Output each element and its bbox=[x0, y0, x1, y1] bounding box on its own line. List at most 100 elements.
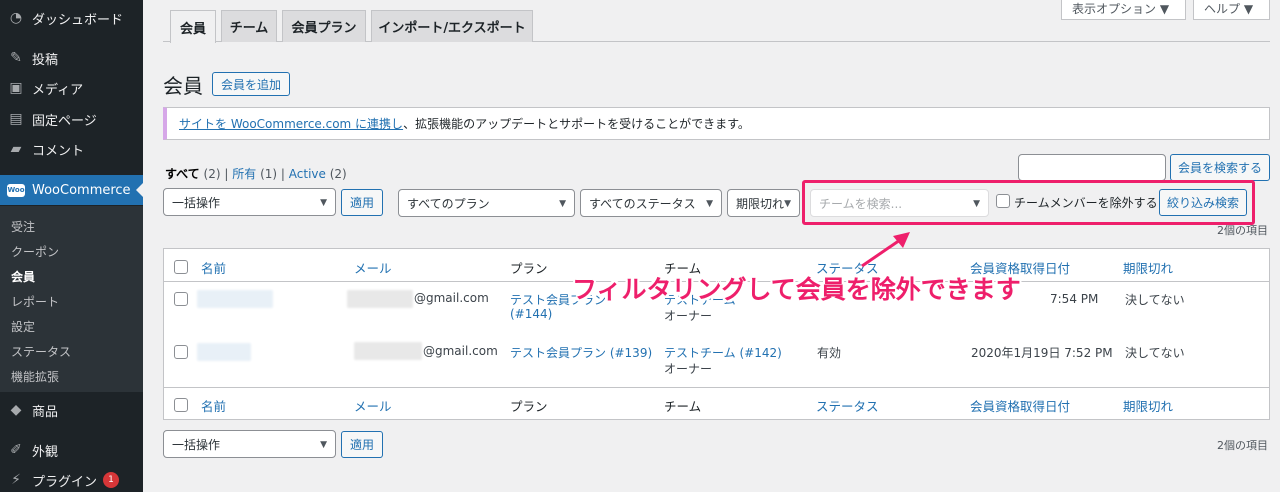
expiry-filter-select[interactable]: 期限切れ ▼ bbox=[727, 189, 800, 217]
menu-posts[interactable]: ✎ 投稿 bbox=[0, 43, 143, 73]
apply-button-bottom[interactable]: 適用 bbox=[341, 431, 383, 458]
woocommerce-submenu: 受注 クーポン 会員 レポート 設定 ステータス 機能拡張 bbox=[0, 206, 143, 392]
woocommerce-logo: Woo bbox=[7, 183, 25, 197]
search-members-button[interactable]: 会員を検索する bbox=[1170, 154, 1270, 181]
row-team-role: オーナー bbox=[664, 309, 713, 323]
submenu-extensions[interactable]: 機能拡張 bbox=[11, 368, 59, 385]
row-member-since: 7:54 PM bbox=[1050, 292, 1099, 306]
view-separator: | bbox=[280, 167, 285, 181]
menu-label: メディア bbox=[32, 82, 84, 98]
items-count-bottom: 2個の項目 bbox=[1217, 439, 1268, 452]
select-all-checkbox-footer[interactable] bbox=[174, 398, 188, 412]
menu-plugins[interactable]: ⚡ プラグイン 1 bbox=[0, 465, 143, 492]
row-email: @gmail.com bbox=[423, 344, 498, 358]
submenu-status[interactable]: ステータス bbox=[11, 343, 71, 360]
menu-pages[interactable]: ▤ 固定ページ bbox=[0, 104, 143, 134]
submenu-coupons[interactable]: クーポン bbox=[11, 243, 59, 260]
view-owned[interactable]: 所有 bbox=[232, 167, 256, 181]
tab-membership-plans[interactable]: 会員プラン bbox=[282, 10, 366, 42]
annotation-text: フィルタリングして会員を除外できます bbox=[572, 275, 1021, 304]
column-member-since-footer[interactable]: 会員資格取得日付 bbox=[970, 396, 1070, 415]
row-expires: 決してない bbox=[1125, 293, 1185, 307]
plan-filter-select[interactable]: すべてのプラン ▼ bbox=[398, 189, 575, 217]
status-filter-select[interactable]: すべてのステータス ▼ bbox=[580, 189, 722, 217]
menu-label: コメント bbox=[32, 143, 85, 159]
tab-import-export[interactable]: インポート/エクスポート bbox=[371, 10, 533, 42]
view-separator: | bbox=[224, 167, 229, 181]
submenu-orders[interactable]: 受注 bbox=[11, 218, 35, 235]
footer-divider bbox=[164, 387, 1269, 388]
column-name-footer[interactable]: 名前 bbox=[201, 396, 226, 415]
view-all-count: (2) bbox=[203, 167, 221, 181]
row-status: 有効 bbox=[817, 346, 842, 360]
page-title: 会員 bbox=[163, 74, 203, 98]
row-member-since: 2020年1月19日 7:52 PM bbox=[971, 346, 1113, 360]
admin-sidebar: ◔ ダッシュボード ✎ 投稿 ▣ メディア ▤ 固定ページ ▰ コメント Woo… bbox=[0, 0, 143, 492]
column-name[interactable]: 名前 bbox=[201, 258, 226, 277]
status-filter-value: すべてのステータス bbox=[589, 196, 696, 211]
woocommerce-icon: Woo bbox=[7, 182, 25, 198]
view-all[interactable]: すべて bbox=[165, 167, 200, 181]
submenu-reports[interactable]: レポート bbox=[11, 293, 59, 310]
chevron-down-icon: ▼ bbox=[706, 199, 713, 209]
select-all-checkbox[interactable] bbox=[174, 260, 188, 274]
column-plan-footer: プラン bbox=[510, 399, 548, 414]
column-email[interactable]: メール bbox=[354, 258, 392, 277]
submenu-members[interactable]: 会員 bbox=[11, 268, 35, 285]
menu-media[interactable]: ▣ メディア bbox=[0, 73, 143, 103]
redacted-name[interactable] bbox=[197, 343, 251, 361]
update-count-badge: 1 bbox=[103, 472, 120, 488]
highlight-box bbox=[802, 180, 1255, 225]
apply-button[interactable]: 適用 bbox=[341, 189, 383, 216]
menu-label: WooCommerce bbox=[32, 182, 131, 198]
dashboard-icon: ◔ bbox=[9, 10, 23, 26]
menu-appearance[interactable]: ✐ 外観 bbox=[0, 435, 143, 465]
column-expires[interactable]: 期限切れ bbox=[1123, 258, 1173, 277]
menu-label: プラグイン bbox=[32, 474, 98, 490]
bulk-action-select[interactable]: 一括操作 ▼ bbox=[163, 188, 336, 216]
menu-woocommerce[interactable]: Woo WooCommerce bbox=[0, 175, 143, 205]
row-checkbox[interactable] bbox=[174, 345, 188, 359]
row-checkbox[interactable] bbox=[174, 292, 188, 306]
comment-icon: ▰ bbox=[10, 141, 22, 157]
tab-members[interactable]: 会員 bbox=[170, 10, 216, 43]
menu-label: 投稿 bbox=[32, 52, 59, 68]
menu-products[interactable]: ◆ 商品 bbox=[0, 395, 143, 425]
row-team-role: オーナー bbox=[664, 362, 713, 376]
submenu-settings[interactable]: 設定 bbox=[11, 318, 35, 335]
member-search-input[interactable] bbox=[1018, 154, 1166, 181]
column-expires-footer[interactable]: 期限切れ bbox=[1123, 396, 1173, 415]
menu-label: ダッシュボード bbox=[32, 12, 124, 28]
redacted-name[interactable] bbox=[197, 290, 273, 308]
tab-teams[interactable]: チーム bbox=[221, 10, 277, 42]
bulk-action-value: 一括操作 bbox=[172, 195, 221, 210]
view-active[interactable]: Active bbox=[289, 167, 326, 181]
row-plan-id[interactable]: (#144) bbox=[510, 307, 552, 321]
column-status-footer[interactable]: ステータス bbox=[816, 396, 879, 415]
row-plan-link[interactable]: テスト会員プラン (#139) bbox=[510, 344, 652, 361]
screen-options-button[interactable]: 表示オプション ▼ bbox=[1061, 0, 1186, 20]
column-team-footer: チーム bbox=[664, 399, 702, 414]
row-email: @gmail.com bbox=[414, 291, 489, 305]
add-member-button[interactable]: 会員を追加 bbox=[212, 72, 291, 96]
menu-label: 外観 bbox=[32, 444, 59, 460]
view-owned-count: (1) bbox=[260, 167, 278, 181]
menu-dashboard[interactable]: ◔ ダッシュボード bbox=[0, 3, 143, 33]
product-icon: ◆ bbox=[10, 402, 22, 418]
media-icon: ▣ bbox=[9, 80, 23, 96]
bulk-action-value: 一括操作 bbox=[172, 437, 221, 452]
help-button[interactable]: ヘルプ ▼ bbox=[1193, 0, 1270, 20]
current-menu-arrow bbox=[136, 183, 143, 197]
redacted-email bbox=[347, 290, 413, 308]
row-expires: 決してない bbox=[1125, 346, 1185, 360]
connect-link[interactable]: サイトを WooCommerce.com に連携し bbox=[179, 115, 403, 132]
appearance-icon: ✐ bbox=[10, 442, 22, 458]
bulk-action-select-bottom[interactable]: 一括操作 ▼ bbox=[163, 430, 336, 458]
page-icon: ▤ bbox=[9, 111, 23, 127]
menu-label: 固定ページ bbox=[32, 113, 97, 129]
column-email-footer[interactable]: メール bbox=[354, 396, 392, 415]
menu-comments[interactable]: ▰ コメント bbox=[0, 134, 143, 164]
pin-icon: ✎ bbox=[10, 50, 22, 66]
notice-text: 、拡張機能のアップデートとサポートを受けることができます。 bbox=[403, 117, 750, 131]
row-team-link[interactable]: テストチーム (#142) bbox=[664, 344, 782, 361]
